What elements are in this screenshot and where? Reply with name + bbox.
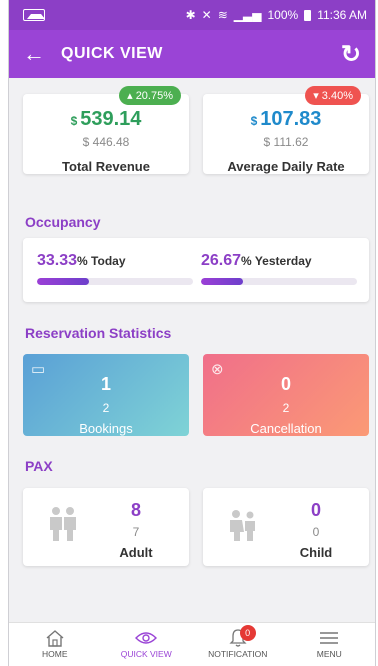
nav-menu-label: MENU xyxy=(316,649,342,659)
reservation-heading: Reservation Statistics xyxy=(25,325,172,341)
back-arrow-icon[interactable]: ← xyxy=(23,41,53,67)
cancellation-count: 0 xyxy=(280,374,291,394)
child-secondary: 0 xyxy=(312,525,320,539)
occupancy-today-unit: % Today xyxy=(77,254,126,268)
page-title: QUICK VIEW xyxy=(61,45,163,62)
child-people-icon xyxy=(227,506,259,547)
adr-label: Average Daily Rate xyxy=(227,159,345,174)
signal-icon: ▁▃▅ xyxy=(233,8,262,22)
bell-icon xyxy=(192,627,284,649)
menu-icon xyxy=(284,627,376,649)
adult-secondary: 7 xyxy=(132,525,140,539)
app-frame: ✱ ✕ ≋ ▁▃▅ 100% 11:36 AM ← QUICK VIEW ↻ ▴… xyxy=(8,0,376,666)
adr-change-badge: ▾ 3.40% xyxy=(305,86,361,105)
nav-home[interactable]: HOME xyxy=(9,623,101,666)
child-card[interactable]: 0 0 Child xyxy=(203,488,369,566)
gallery-icon xyxy=(23,9,45,21)
mute-icon: ✕ xyxy=(201,8,212,22)
cancellation-label: Cancellation xyxy=(250,421,322,436)
total-revenue-change: 20.75% xyxy=(135,90,173,102)
bottom-nav: HOME QUICK VIEW 0 NOTIFICATION MENU xyxy=(9,622,375,666)
occupancy-today-value: 33.33 xyxy=(37,252,78,269)
bookings-secondary: 2 xyxy=(102,401,110,415)
child-count: 0 xyxy=(310,500,321,520)
calendar-icon: ▭ xyxy=(31,361,46,378)
adr-previous: $ 111.62 xyxy=(263,135,309,149)
adr-currency: $ xyxy=(250,114,258,128)
average-daily-rate-card[interactable]: ▾ 3.40% $107.83 $ 111.62 Average Daily R… xyxy=(203,86,369,174)
total-revenue-currency: $ xyxy=(70,114,78,128)
total-revenue-value: 539.14 xyxy=(80,108,142,130)
total-revenue-card[interactable]: ▴ 20.75% $539.14 $ 446.48 Total Revenue xyxy=(23,86,189,174)
close-circle-icon: ⊗ xyxy=(211,361,224,378)
eye-icon xyxy=(101,627,193,649)
adult-count: 8 xyxy=(130,500,141,520)
cancellation-card[interactable]: ⊗ 0 2 Cancellation xyxy=(203,354,369,436)
bookings-card[interactable]: ▭ 1 2 Bookings xyxy=(23,354,189,436)
wifi-icon: ≋ xyxy=(217,8,228,22)
occupancy-today-bar xyxy=(37,278,193,285)
battery-icon xyxy=(304,9,312,21)
notification-badge: 0 xyxy=(239,625,256,641)
bookings-label: Bookings xyxy=(79,421,133,436)
nav-home-label: HOME xyxy=(42,649,68,659)
occupancy-card: 33.33% Today 26.67% Yesterday xyxy=(23,238,369,302)
occupancy-yesterday-bar xyxy=(201,278,357,285)
adult-label: Adult xyxy=(119,545,153,560)
clock: 11:36 AM xyxy=(317,8,367,22)
adr-value: 107.83 xyxy=(260,108,322,130)
nav-notification[interactable]: 0 NOTIFICATION xyxy=(192,623,284,666)
cancellation-secondary: 2 xyxy=(282,401,290,415)
bluetooth-icon: ✱ xyxy=(185,8,196,22)
bookings-count: 1 xyxy=(100,374,111,394)
occupancy-yesterday-fill xyxy=(201,278,243,285)
adult-people-icon xyxy=(47,506,79,547)
nav-notification-label: NOTIFICATION xyxy=(208,649,268,659)
child-label: Child xyxy=(299,545,333,560)
pax-heading: PAX xyxy=(25,458,53,474)
adr-change: 3.40% xyxy=(321,90,353,102)
total-revenue-previous: $ 446.48 xyxy=(82,135,130,149)
nav-quick-view[interactable]: QUICK VIEW xyxy=(101,623,193,666)
occupancy-today: 33.33% Today xyxy=(37,252,126,270)
occupancy-today-fill xyxy=(37,278,89,285)
battery-percent: 100% xyxy=(267,8,299,22)
total-revenue-change-badge: ▴ 20.75% xyxy=(119,86,181,105)
nav-quick-view-label: QUICK VIEW xyxy=(120,649,172,659)
total-revenue-label: Total Revenue xyxy=(62,159,150,174)
occupancy-yesterday: 26.67% Yesterday xyxy=(201,252,312,270)
adult-card[interactable]: 8 7 Adult xyxy=(23,488,189,566)
home-icon xyxy=(9,627,101,649)
app-bar: ← QUICK VIEW ↻ xyxy=(9,30,375,78)
refresh-icon[interactable]: ↻ xyxy=(341,40,361,69)
occupancy-yesterday-unit: % Yesterday xyxy=(241,254,312,268)
occupancy-yesterday-value: 26.67 xyxy=(201,252,242,269)
status-bar: ✱ ✕ ≋ ▁▃▅ 100% 11:36 AM xyxy=(9,0,375,30)
nav-menu[interactable]: MENU xyxy=(284,623,376,666)
occupancy-heading: Occupancy xyxy=(25,214,101,230)
